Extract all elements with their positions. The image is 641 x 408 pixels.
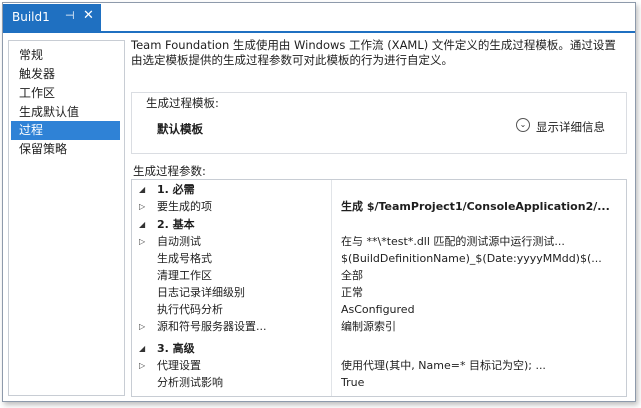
expanded-icon[interactable]: ◢ xyxy=(139,341,145,357)
show-details-label: 显示详细信息 xyxy=(536,120,605,134)
param-name: 代理设置 xyxy=(157,359,201,372)
param-name: 生成号格式 xyxy=(157,252,212,265)
tab-build1[interactable]: Build1 ⊣ ✕ xyxy=(3,4,101,31)
param-name: 分析测试影响 xyxy=(157,376,223,389)
param-row-logging-verbosity[interactable]: 日志记录详细级别 正常 xyxy=(132,285,626,301)
close-icon[interactable]: ✕ xyxy=(83,8,94,23)
param-name: 自动测试 xyxy=(157,235,201,248)
category-row-basic[interactable]: ◢ 2. 基本 xyxy=(132,217,626,233)
sidebar-item-general[interactable]: 常规 xyxy=(11,46,120,65)
param-name: 源和符号服务器设置... xyxy=(157,320,267,333)
category-title: 2. 基本 xyxy=(157,218,195,231)
sidebar-item-build-defaults[interactable]: 生成默认值 xyxy=(11,103,120,122)
process-description: Team Foundation 生成使用由 Windows 工作流 (XAML)… xyxy=(131,38,616,67)
param-value[interactable]: AsConfigured xyxy=(341,302,623,318)
document-tab-strip: Build1 ⊣ ✕ xyxy=(3,3,635,31)
params-label: 生成过程参数: xyxy=(133,164,206,178)
category-title: 3. 高级 xyxy=(157,342,195,355)
params-property-grid: ◢ 1. 必需 ▷ 要生成的项 生成 $/TeamProject1/Consol… xyxy=(131,179,627,397)
param-row-build-number-format[interactable]: 生成号格式 $(BuildDefinitionName)_$(Date:yyyy… xyxy=(132,251,626,267)
param-row-automated-tests[interactable]: ▷ 自动测试 在与 **\*test*.dll 匹配的测试源中运行测试... xyxy=(132,234,626,250)
sidebar-item-workspace[interactable]: 工作区 xyxy=(11,84,120,103)
collapsed-icon[interactable]: ▷ xyxy=(139,199,145,215)
param-value[interactable]: True xyxy=(341,375,623,391)
sidebar-item-process[interactable]: 过程 xyxy=(11,121,120,140)
param-value[interactable]: 在与 **\*test*.dll 匹配的测试源中运行测试... xyxy=(341,234,623,250)
param-value[interactable]: 正常 xyxy=(341,285,623,301)
param-row-clean-workspace[interactable]: 清理工作区 全部 xyxy=(132,268,626,284)
template-group-label: 生成过程模板: xyxy=(146,95,219,111)
param-value[interactable]: 使用代理(其中, Name=* 目标记为空); ... xyxy=(341,358,623,374)
param-name: 日志记录详细级别 xyxy=(157,286,245,299)
param-row-items-to-build[interactable]: ▷ 要生成的项 生成 $/TeamProject1/ConsoleApplica… xyxy=(132,199,626,215)
param-row-agent-settings[interactable]: ▷ 代理设置 使用代理(其中, Name=* 目标记为空); ... xyxy=(132,358,626,374)
template-name: 默认模板 xyxy=(157,122,203,136)
chevron-down-icon: ⌄ xyxy=(516,118,530,132)
tab-underline xyxy=(3,31,635,33)
sidebar-item-retention-policy[interactable]: 保留策略 xyxy=(11,140,120,159)
sidebar-nav: 常规 触发器 工作区 生成默认值 过程 保留策略 xyxy=(8,40,125,396)
param-name: 清理工作区 xyxy=(157,269,212,282)
param-value[interactable]: 生成 $/TeamProject1/ConsoleApplication2/..… xyxy=(341,199,623,215)
category-title: 1. 必需 xyxy=(157,183,195,196)
collapsed-icon[interactable]: ▷ xyxy=(139,319,145,335)
collapsed-icon[interactable]: ▷ xyxy=(139,234,145,250)
expanded-icon[interactable]: ◢ xyxy=(139,217,145,233)
param-value[interactable]: $(BuildDefinitionName)_$(Date:yyyyMMdd)$… xyxy=(341,251,623,267)
param-row-analyze-test-impact[interactable]: 分析测试影响 True xyxy=(132,375,626,391)
sidebar-item-triggers[interactable]: 触发器 xyxy=(11,65,120,84)
category-row-advanced[interactable]: ◢ 3. 高级 xyxy=(132,341,626,357)
tab-title: Build1 xyxy=(12,10,50,24)
pin-icon[interactable]: ⊣ xyxy=(65,9,75,22)
param-name: 要生成的项 xyxy=(157,200,212,213)
category-row-required[interactable]: ◢ 1. 必需 xyxy=(132,182,626,198)
param-row-source-symbol-settings[interactable]: ▷ 源和符号服务器设置... 编制源索引 xyxy=(132,319,626,335)
collapsed-icon[interactable]: ▷ xyxy=(139,358,145,374)
param-value[interactable]: 全部 xyxy=(341,268,623,284)
param-row-code-analysis[interactable]: 执行代码分析 AsConfigured xyxy=(132,302,626,318)
param-name: 执行代码分析 xyxy=(157,303,223,316)
param-value[interactable]: 编制源索引 xyxy=(341,319,623,335)
expanded-icon[interactable]: ◢ xyxy=(139,182,145,198)
